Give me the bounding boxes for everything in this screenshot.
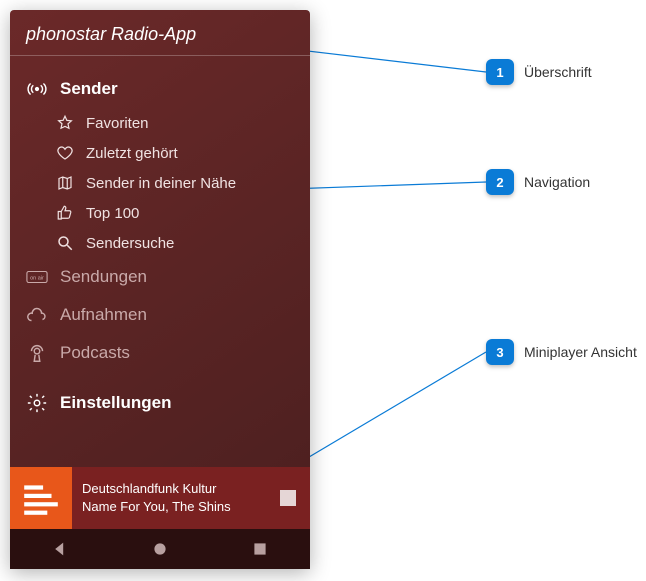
recents-button[interactable] (251, 540, 269, 558)
nav-item-label: Sender in deiner Nähe (86, 175, 236, 192)
navigation: Sender Favoriten Zuletzt gehört (10, 56, 310, 467)
nav-item-label: Sendersuche (86, 235, 174, 252)
callout-1: 1 Überschrift (486, 59, 592, 85)
nav-item-favoriten[interactable]: Favoriten (10, 108, 310, 138)
nav-item-suche[interactable]: Sendersuche (10, 228, 310, 258)
home-button[interactable] (151, 540, 169, 558)
gear-icon (26, 392, 48, 414)
miniplayer-info: Deutschlandfunk Kultur Name For You, The… (72, 480, 266, 516)
nav-item-top100[interactable]: Top 100 (10, 198, 310, 228)
phone-screen: phonostar Radio-App Sender Favoriten (10, 10, 310, 569)
callout-label: Überschrift (524, 64, 592, 80)
podcast-icon (26, 342, 48, 364)
nav-item-naehe[interactable]: Sender in deiner Nähe (10, 168, 310, 198)
nav-group-podcasts[interactable]: Podcasts (10, 334, 310, 372)
callout-bubble: 1 (486, 59, 514, 85)
miniplayer[interactable]: Deutschlandfunk Kultur Name For You, The… (10, 467, 310, 529)
callout-bubble: 2 (486, 169, 514, 195)
callout-3: 3 Miniplayer Ansicht (486, 339, 637, 365)
android-nav-bar (10, 529, 310, 569)
callout-label: Navigation (524, 174, 590, 190)
antenna-icon (26, 78, 48, 100)
nav-group-sendungen[interactable]: on air Sendungen (10, 258, 310, 296)
nav-item-zuletzt[interactable]: Zuletzt gehört (10, 138, 310, 168)
onair-icon: on air (26, 266, 48, 288)
nav-item-label: Top 100 (86, 205, 139, 222)
nav-group-label: Sendungen (60, 267, 147, 287)
thumbs-up-icon (56, 204, 74, 222)
nav-group-label: Sender (60, 79, 118, 99)
callout-2: 2 Navigation (486, 169, 590, 195)
back-button[interactable] (51, 540, 69, 558)
map-icon (56, 174, 74, 192)
cloud-icon (26, 304, 48, 326)
nav-group-einstellungen[interactable]: Einstellungen (10, 384, 310, 422)
callout-label: Miniplayer Ansicht (524, 344, 637, 360)
star-icon (56, 114, 74, 132)
search-icon (56, 234, 74, 252)
nav-group-sender[interactable]: Sender (10, 70, 310, 108)
nav-group-aufnahmen[interactable]: Aufnahmen (10, 296, 310, 334)
nav-item-label: Favoriten (86, 115, 149, 132)
nav-group-label: Einstellungen (60, 393, 171, 413)
nav-group-label: Aufnahmen (60, 305, 147, 325)
nav-group-label: Podcasts (60, 343, 130, 363)
heart-icon (56, 144, 74, 162)
svg-text:on air: on air (30, 276, 44, 282)
app-title: phonostar Radio-App (10, 10, 310, 56)
callout-bubble: 3 (486, 339, 514, 365)
equalizer-icon (20, 477, 62, 519)
stop-icon (280, 490, 296, 506)
miniplayer-track: Name For You, The Shins (82, 498, 256, 516)
miniplayer-artwork (10, 467, 72, 529)
nav-item-label: Zuletzt gehört (86, 145, 178, 162)
miniplayer-station: Deutschlandfunk Kultur (82, 480, 256, 498)
miniplayer-stop-button[interactable] (266, 490, 310, 506)
